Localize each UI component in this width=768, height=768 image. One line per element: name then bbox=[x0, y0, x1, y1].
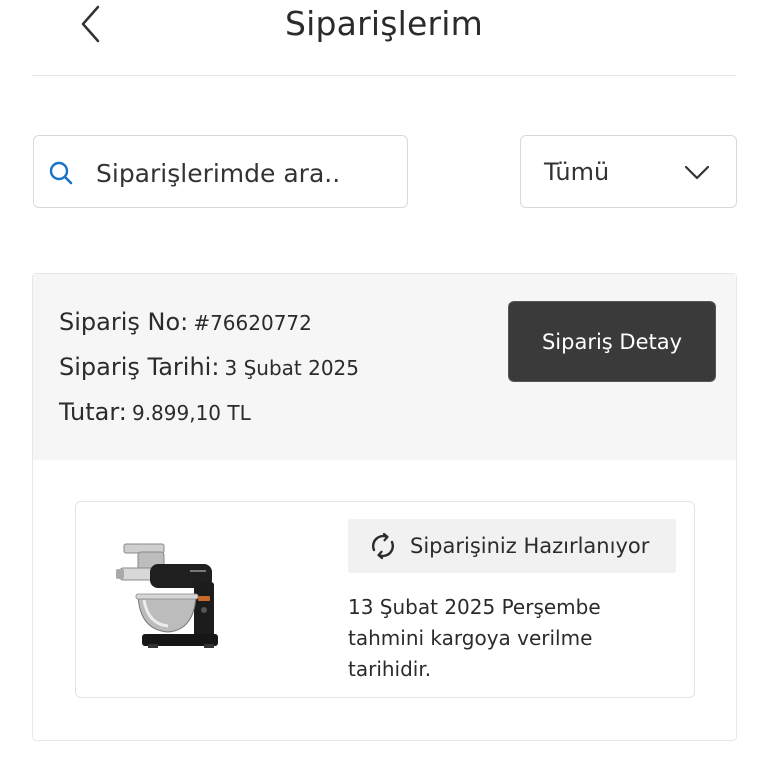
refresh-icon bbox=[372, 532, 394, 560]
order-detail-button[interactable]: Sipariş Detay bbox=[508, 301, 716, 382]
order-summary: Sipariş No: #76620772 Sipariş Tarihi: 3 … bbox=[33, 274, 736, 460]
filter-selected-value: Tümü bbox=[544, 158, 610, 186]
estimated-shipping-date: 13 Şubat 2025 Perşembe tahmini kargoya v… bbox=[348, 595, 601, 681]
search-input[interactable] bbox=[96, 156, 396, 190]
order-date-row: Sipariş Tarihi: 3 Şubat 2025 bbox=[59, 353, 359, 381]
order-total-value: 9.899,10 TL bbox=[131, 401, 251, 425]
order-card: Sipariş No: #76620772 Sipariş Tarihi: 3 … bbox=[32, 273, 737, 741]
search-box[interactable] bbox=[33, 135, 408, 208]
page-title: Siparişlerim bbox=[285, 4, 483, 43]
search-icon bbox=[49, 161, 73, 185]
order-number-row: Sipariş No: #76620772 bbox=[59, 308, 312, 336]
status-filter-dropdown[interactable]: Tümü bbox=[520, 135, 737, 208]
chevron-down-icon bbox=[684, 165, 710, 180]
order-number-value: #76620772 bbox=[193, 311, 312, 335]
stand-mixer-image bbox=[116, 543, 218, 648]
order-date-value: 3 Şubat 2025 bbox=[224, 356, 360, 380]
order-item[interactable]: Siparişiniz Hazırlanıyor 13 Şubat 2025 P… bbox=[75, 501, 695, 698]
order-number-label: Sipariş No: bbox=[59, 308, 189, 336]
order-total-label: Tutar: bbox=[59, 398, 127, 426]
order-status-text: Siparişiniz Hazırlanıyor bbox=[410, 534, 650, 558]
order-total-row: Tutar: 9.899,10 TL bbox=[59, 398, 251, 426]
order-status-badge: Siparişiniz Hazırlanıyor bbox=[348, 519, 676, 573]
order-date-label: Sipariş Tarihi: bbox=[59, 353, 220, 381]
header: Siparişlerim bbox=[32, 0, 736, 76]
